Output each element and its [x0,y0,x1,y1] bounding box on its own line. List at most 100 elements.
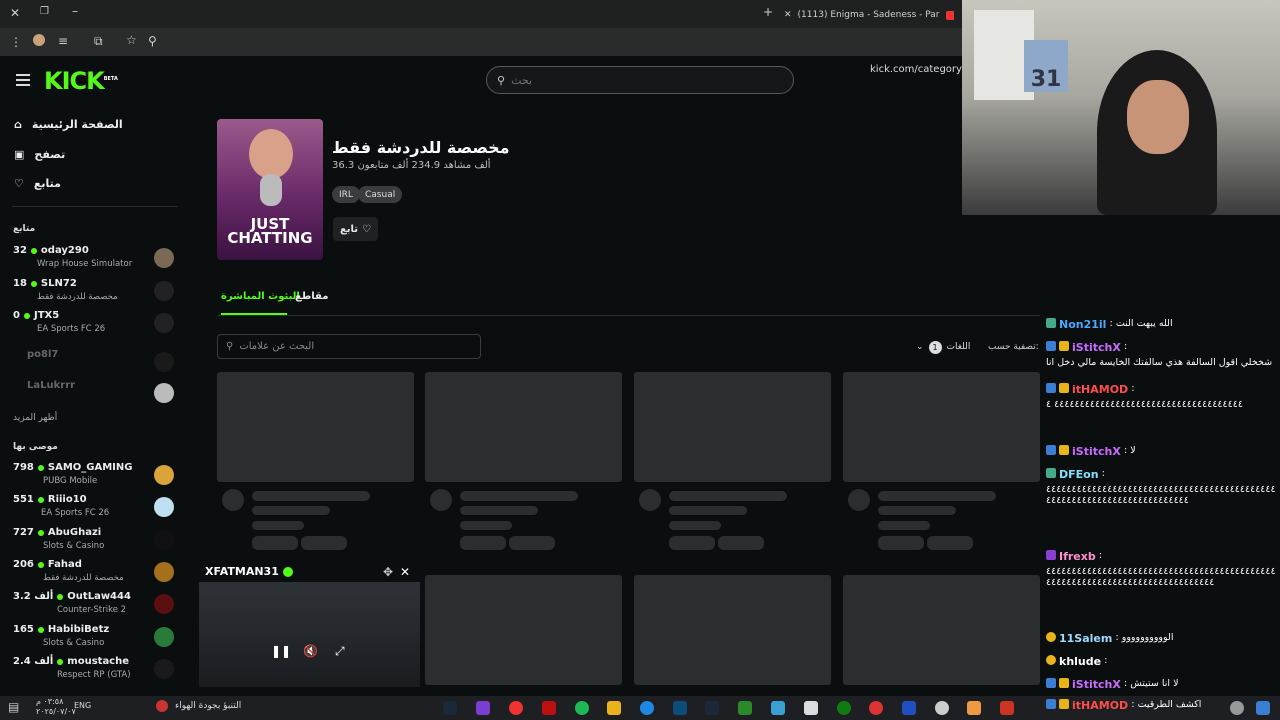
avatar-placeholder [848,489,870,511]
avatar [154,352,174,372]
hamburger-menu-icon[interactable] [16,74,30,89]
sidebar-channel[interactable]: 165 HabibiBetz Slots & Casino [13,624,178,654]
viewer-count: 0 [13,310,20,321]
chat-username[interactable]: iStitchX [1072,445,1121,458]
viewer-count: 206 [13,559,34,570]
chat-username[interactable]: Non21il [1059,318,1106,331]
sidebar-item-browse[interactable]: ▣ تصفح [14,148,65,161]
close-icon[interactable]: ✕ [400,565,410,579]
category-title: مخصصة للدردشة فقط [332,138,510,157]
chat-username[interactable]: iStitchX [1072,678,1121,691]
fullscreen-icon[interactable]: ⤢ [335,644,345,659]
chrome-icon[interactable] [509,701,523,715]
search-input[interactable]: ⚲ بحث [486,66,794,94]
sidebar-channel[interactable]: 18 SLN72 مخصصة للدردشة فقط [13,278,178,308]
mini-player-channel[interactable]: XFATMAN31 [205,565,279,578]
cover-text: JUST CHATTING [227,215,313,247]
spotify-icon[interactable] [575,701,589,715]
channel-category: Wrap House Simulator [37,259,133,269]
file-explorer-icon[interactable] [607,701,621,715]
discord-icon[interactable] [476,701,490,715]
sidebar-channel[interactable]: 3.2 ألف OutLaw444 Counter-Strike 2 [13,591,178,621]
stream-card-placeholder[interactable] [217,372,414,482]
chat-username[interactable]: DFEon [1059,468,1099,481]
chat-username[interactable]: Ifrexb [1059,550,1096,563]
tag-placeholder [927,536,973,550]
chat-username[interactable]: itHAMOD [1072,699,1128,712]
reading-list-icon[interactable]: ≡ [58,34,68,48]
restore-window-icon[interactable]: ❐ [40,6,49,17]
weather-widget-text[interactable]: التنبؤ بجودة الهواء [175,701,241,711]
language-indicator[interactable]: ENG [74,701,91,710]
stream-card-placeholder[interactable] [843,575,1040,685]
close-window-icon[interactable]: ✕ [10,6,20,20]
stream-card-placeholder[interactable] [634,575,831,685]
sidebar-channel[interactable]: 727 AbuGhazi Slots & Casino [13,527,178,557]
channel-name: Riiio10 [47,494,87,505]
app-icon[interactable] [869,701,883,715]
settings-icon[interactable] [935,701,949,715]
tag-search-input[interactable]: ⚲ البحث عن علامات [217,334,481,359]
sidebar-channel-offline[interactable]: po8l7 [13,349,178,379]
notification-icon[interactable]: ▤ [8,700,19,714]
app-icon[interactable] [542,701,556,715]
stream-card-placeholder[interactable] [634,372,831,482]
mini-player-video[interactable]: ❚❚ 🔇 ⤢ [199,582,420,687]
tab-clips[interactable]: مقاطع [295,291,328,302]
sidebar-channel[interactable]: 32 oday290 Wrap House Simulator [13,245,178,275]
chat-username[interactable]: 11Salem [1059,632,1112,645]
minimize-window-icon[interactable]: – [72,4,78,18]
tag-irl[interactable]: IRL [332,186,360,203]
avatar-placeholder [222,489,244,511]
stream-card-placeholder[interactable] [843,372,1040,482]
stream-card-placeholder[interactable] [425,575,622,685]
edge-icon[interactable] [640,701,654,715]
menu-dots-icon[interactable]: ⋮ [10,35,22,49]
profile-avatar-icon[interactable] [33,34,45,46]
xbox-icon[interactable] [837,701,851,715]
sidebar-channel[interactable]: 2.4 ألف moustache Respect RP (GTA) [13,656,178,686]
tab-close-icon[interactable]: ✕ [784,10,792,20]
tag-placeholder [718,536,764,550]
logo-text: KICK [44,67,105,95]
sidebar-channel[interactable]: 0 JTX5 EA Sports FC 26 [13,310,178,340]
app-icon[interactable] [771,701,785,715]
sidebar-item-home[interactable]: ⌂ الصفحة الرئيسية [14,118,123,131]
screen: ✕ ❐ – + ✕ (1113) Enigma - Sadeness - Par… [0,0,1280,720]
sidebar-channel[interactable]: 206 Fahad مخصصة للدردشة فقط [13,559,178,589]
sidebar-item-following[interactable]: ♡ متابع [14,177,61,190]
sidebar-channel[interactable]: 551 Riiio10 EA Sports FC 26 [13,494,178,524]
mini-player[interactable]: XFATMAN31 ✥ ✕ ❚❚ 🔇 ⤢ [199,562,420,687]
tag-casual[interactable]: Casual [358,186,403,203]
show-more-link[interactable]: أظهر المزيد [13,413,57,423]
pause-icon[interactable]: ❚❚ [271,644,291,658]
new-tab-icon[interactable]: + [763,5,773,19]
search-icon[interactable]: ⚲ [148,34,157,48]
chat-username[interactable]: khlude [1059,655,1101,668]
sidebar-channel[interactable]: 798 SAMO_GAMING PUBG Mobile [13,462,178,492]
app-icon[interactable] [967,701,981,715]
chat-username[interactable]: iStitchX [1072,341,1121,354]
mute-icon[interactable]: 🔇 [303,644,318,658]
language-filter-dropdown[interactable]: ⌄ 1 اللغات [916,338,978,356]
drag-handle-icon[interactable]: ✥ [383,565,393,579]
chat-username[interactable]: itHAMOD [1072,383,1128,396]
follow-button[interactable]: تابع ♡ [333,217,378,241]
app-icon[interactable] [673,701,687,715]
stream-card-placeholder[interactable] [425,372,622,482]
extensions-icon[interactable]: ⧉ [94,34,103,49]
bookmark-star-icon[interactable]: ☆ [126,33,137,47]
steam-icon[interactable] [705,701,719,715]
clock[interactable]: ٠٣:٥٨ م ٢٠٢٥/٠٧/٠٧ [36,697,76,717]
kick-logo[interactable]: KICKBETA [44,67,118,95]
app-icon[interactable] [804,701,818,715]
app-icon[interactable] [902,701,916,715]
sidebar-channel-offline[interactable]: LaLukrrr [13,380,178,410]
avatar [154,383,174,403]
browser-tab[interactable]: ✕ (1113) Enigma - Sadeness - Par [784,4,954,26]
app-icon[interactable] [1000,701,1014,715]
tab-live-streams[interactable]: البثوث المباشرة [221,291,300,302]
minecraft-icon[interactable] [738,701,752,715]
steam-icon[interactable] [443,701,457,715]
live-dot [37,464,44,471]
